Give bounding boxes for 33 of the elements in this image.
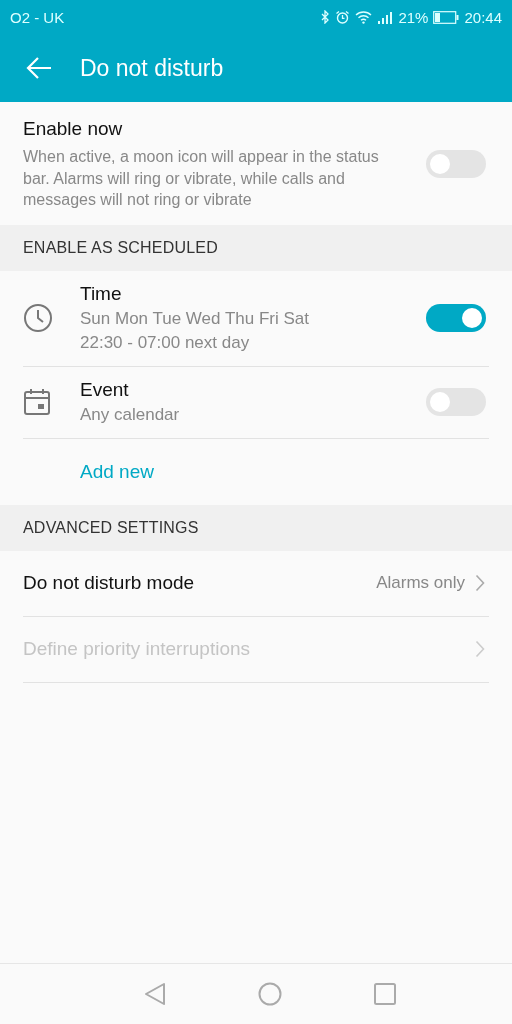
section-header: ENABLE AS SCHEDULED	[23, 238, 218, 257]
row-label: Do not disturb mode	[23, 572, 195, 594]
toggle-switch[interactable]	[426, 388, 486, 416]
back-nav-icon[interactable]	[144, 982, 166, 1006]
schedule-title: Event	[80, 379, 130, 401]
settings-row[interactable]: Do not disturb mode Alarms only	[23, 550, 489, 617]
setting-description: When active, a moon icon will appear in the status bar. Alarms will ring or vibrate, while calls and messages will not ring or vibrate	[23, 147, 380, 210]
page-title: Do not disturb	[80, 54, 224, 82]
signal-icon	[377, 10, 394, 24]
home-nav-icon[interactable]	[258, 982, 282, 1006]
alarm-clock-icon	[335, 9, 351, 25]
schedule-detail: 22:30 - 07:00 next day	[80, 333, 251, 353]
toggle-switch[interactable]	[426, 150, 486, 179]
clock-time: 20:44	[464, 8, 502, 26]
bluetooth-icon	[320, 10, 331, 24]
clock-icon	[23, 303, 53, 333]
add-new-link[interactable]: Add new	[80, 460, 154, 483]
setting-title: Enable now	[23, 118, 124, 140]
schedule-detail: Sun Mon Tue Wed Thu Fri Sat	[80, 309, 310, 329]
chevron-right-icon	[475, 574, 485, 592]
back-arrow-icon[interactable]	[26, 57, 52, 79]
battery-icon	[433, 10, 460, 24]
battery-percent: 21%	[398, 8, 429, 26]
calendar-icon	[23, 388, 51, 416]
schedule-title: Time	[80, 283, 123, 305]
chevron-right-icon	[475, 640, 485, 658]
wifi-icon	[355, 10, 373, 24]
schedule-detail: Any calendar	[80, 405, 181, 425]
recents-nav-icon[interactable]	[374, 983, 396, 1005]
carrier-name: O2 - UK	[10, 8, 65, 26]
section-header: ADVANCED SETTINGS	[23, 518, 199, 537]
toggle-switch[interactable]	[426, 304, 486, 332]
row-value: Alarms only	[376, 573, 465, 593]
